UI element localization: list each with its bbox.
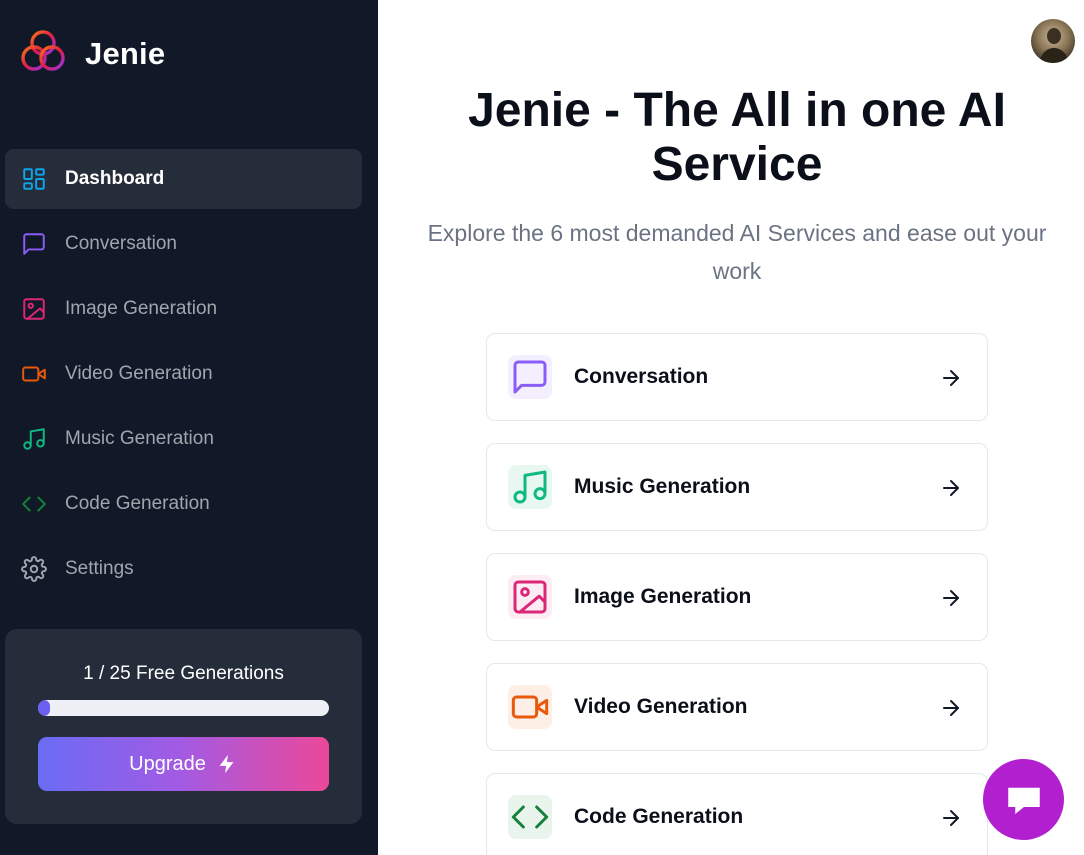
- sidebar-item-label: Music Generation: [65, 428, 214, 449]
- sidebar-item-label: Settings: [65, 558, 134, 579]
- sidebar-item-settings[interactable]: Settings: [5, 539, 362, 599]
- free-generations-counter: 1 / 25 Free Generations: [83, 663, 284, 684]
- sidebar-item-code-generation[interactable]: Code Generation: [5, 474, 362, 534]
- service-card-label: Conversation: [574, 365, 709, 388]
- free-generations-panel: 1 / 25 Free Generations Upgrade: [5, 629, 362, 824]
- video-icon: [508, 685, 552, 729]
- page-subtitle-line2: work: [712, 258, 762, 284]
- service-card-label: Music Generation: [574, 475, 751, 498]
- service-card-video-generation[interactable]: Video Generation: [486, 663, 988, 751]
- chat-bubble-icon: [1007, 787, 1040, 814]
- page-subtitle: Explore the 6 most demanded AI Services …: [390, 214, 1084, 290]
- arrow-right-icon: [943, 700, 959, 716]
- upgrade-label: Upgrade: [129, 752, 206, 775]
- message-square-icon: [508, 355, 552, 399]
- sidebar-item-dashboard[interactable]: Dashboard: [5, 149, 362, 209]
- service-card-image-generation[interactable]: Image Generation: [486, 553, 988, 641]
- sidebar: Jenie Dashboard Conversation Image Gener…: [0, 0, 378, 855]
- sidebar-item-label: Image Generation: [65, 298, 218, 319]
- sidebar-item-image-generation[interactable]: Image Generation: [5, 279, 362, 339]
- upgrade-button[interactable]: Upgrade: [38, 737, 329, 791]
- arrow-right-icon: [943, 480, 959, 496]
- user-avatar[interactable]: [1031, 19, 1075, 63]
- sidebar-nav: Dashboard Conversation Image Generation: [5, 149, 362, 604]
- page-title: Jenie - The All in one AI Service: [390, 84, 1084, 192]
- video-icon: [21, 361, 47, 387]
- message-square-icon: [21, 231, 47, 257]
- page-title-line2: Service: [651, 138, 823, 191]
- free-generations-progress: [38, 700, 329, 716]
- arrow-right-icon: [943, 370, 959, 386]
- sidebar-item-conversation[interactable]: Conversation: [5, 214, 362, 274]
- sidebar-item-video-generation[interactable]: Video Generation: [5, 344, 362, 404]
- gear-icon: [21, 556, 47, 582]
- image-icon: [508, 575, 552, 619]
- zap-icon: [219, 754, 234, 774]
- chat-support-button[interactable]: [983, 759, 1064, 840]
- service-card-label: Image Generation: [574, 585, 752, 608]
- page-subtitle-line1: Explore the 6 most demanded AI Services …: [427, 220, 1047, 246]
- image-icon: [21, 296, 47, 322]
- code-icon: [21, 491, 47, 517]
- service-card-label: Code Generation: [574, 805, 744, 828]
- page-title-line1: Jenie - The All in one AI: [468, 84, 1006, 137]
- free-generations-progress-fill: [38, 700, 50, 716]
- brand[interactable]: Jenie: [20, 28, 165, 79]
- service-card-conversation[interactable]: Conversation: [486, 333, 988, 421]
- brand-name: Jenie: [85, 35, 166, 71]
- arrow-right-icon: [943, 810, 959, 826]
- sidebar-item-label: Conversation: [65, 233, 177, 254]
- sidebar-item-label: Code Generation: [65, 493, 210, 514]
- trefoil-logo-icon: [20, 28, 66, 79]
- music-icon: [508, 465, 552, 509]
- sidebar-item-label: Video Generation: [65, 363, 213, 384]
- service-card-music-generation[interactable]: Music Generation: [486, 443, 988, 531]
- sidebar-item-label: Dashboard: [65, 168, 165, 189]
- dashboard-icon: [21, 166, 47, 192]
- music-icon: [21, 426, 47, 452]
- sidebar-item-music-generation[interactable]: Music Generation: [5, 409, 362, 469]
- code-icon: [508, 795, 552, 839]
- service-card-label: Video Generation: [574, 695, 748, 718]
- arrow-right-icon: [943, 590, 959, 606]
- service-card-code-generation[interactable]: Code Generation: [486, 773, 988, 855]
